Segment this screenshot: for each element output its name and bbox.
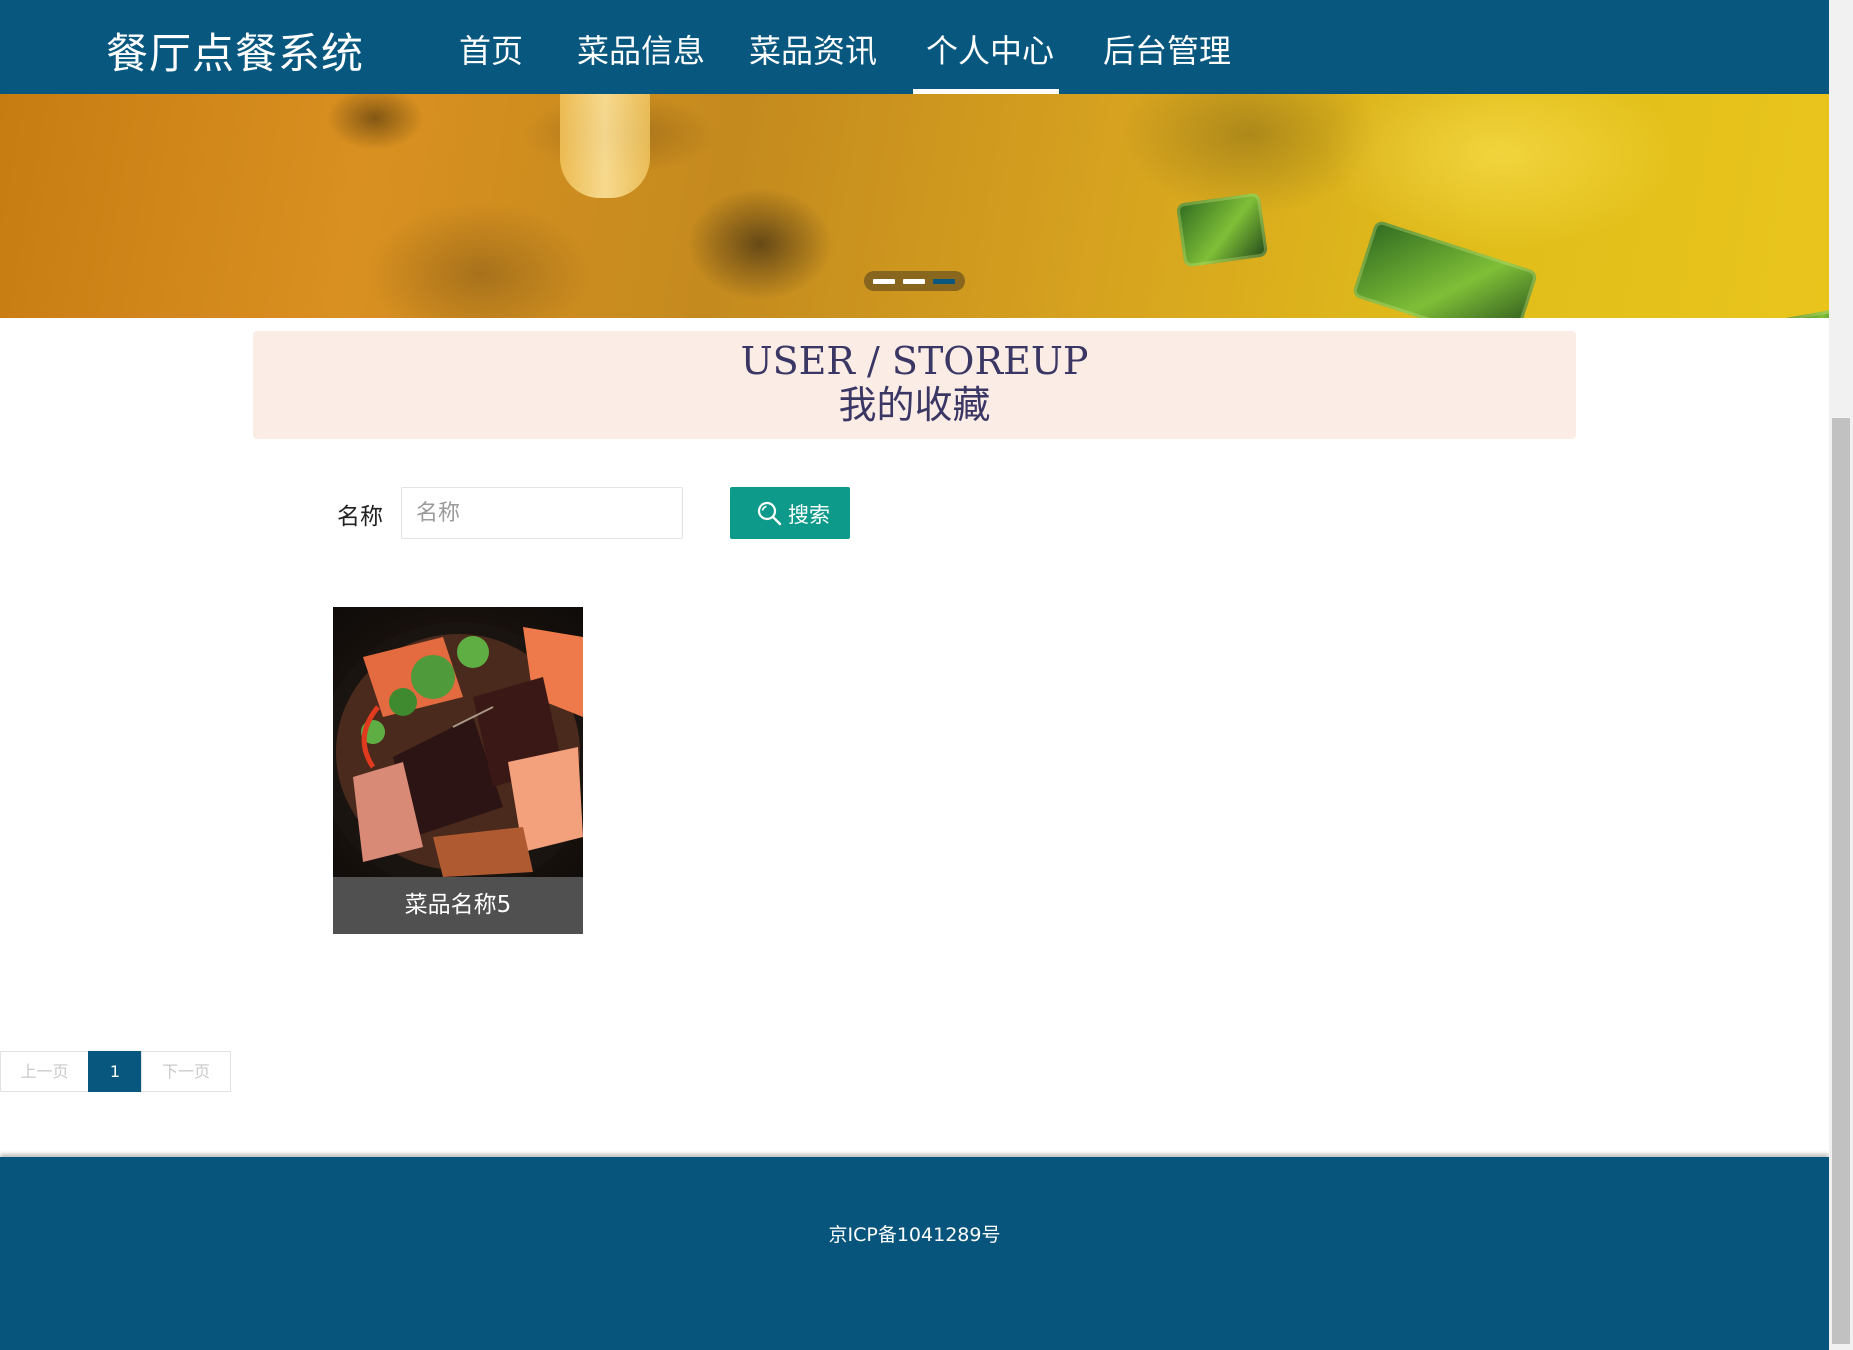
dish-image — [333, 607, 583, 877]
icp-record-text: 京ICP备1041289号 — [828, 1224, 1001, 1246]
banner-image-detail — [1175, 192, 1269, 268]
banner-carousel[interactable] — [0, 94, 1829, 318]
top-navigation-bar: 餐厅点餐系统 首页 菜品信息 菜品资讯 个人中心 后台管理 — [0, 0, 1829, 94]
nav-item-dish-news[interactable]: 菜品资讯 — [749, 26, 877, 72]
prev-page-button[interactable]: 上一页 — [0, 1051, 89, 1092]
favorite-item-card[interactable]: 菜品名称5 — [333, 607, 583, 934]
site-brand[interactable]: 餐厅点餐系统 — [106, 20, 364, 81]
nav-item-home[interactable]: 首页 — [459, 26, 523, 72]
page-title-chinese: 我的收藏 — [838, 383, 991, 427]
nav-item-admin[interactable]: 后台管理 — [1103, 26, 1231, 72]
page: 餐厅点餐系统 首页 菜品信息 菜品资讯 个人中心 后台管理 USER / STO… — [0, 0, 1853, 1350]
search-button-label: 搜索 — [788, 504, 830, 527]
search-icon — [757, 501, 782, 526]
next-page-button[interactable]: 下一页 — [141, 1051, 231, 1092]
banner-image-detail — [1351, 219, 1539, 318]
banner-image-detail — [560, 94, 650, 198]
dish-photo — [333, 622, 583, 877]
carousel-indicators — [864, 271, 965, 291]
search-name-label: 名称 — [337, 504, 383, 530]
page-number-button[interactable]: 1 — [88, 1051, 142, 1092]
scrollbar-thumb[interactable] — [1832, 418, 1850, 1344]
page-title-english: USER / STOREUP — [740, 339, 1089, 383]
nav-item-personal-center[interactable]: 个人中心 — [926, 26, 1054, 72]
carousel-dot-2[interactable] — [903, 279, 925, 284]
page-title-box: USER / STOREUP 我的收藏 — [253, 331, 1576, 439]
nav-item-dish-info[interactable]: 菜品信息 — [577, 26, 705, 72]
footer: 京ICP备1041289号 — [0, 1157, 1829, 1350]
carousel-dot-1[interactable] — [873, 279, 895, 284]
search-name-input[interactable] — [401, 487, 683, 539]
carousel-dot-3[interactable] — [933, 279, 955, 284]
banner-image-detail — [1777, 309, 1829, 318]
search-button[interactable]: 搜索 — [730, 487, 850, 539]
dish-name-caption[interactable]: 菜品名称5 — [333, 877, 583, 934]
